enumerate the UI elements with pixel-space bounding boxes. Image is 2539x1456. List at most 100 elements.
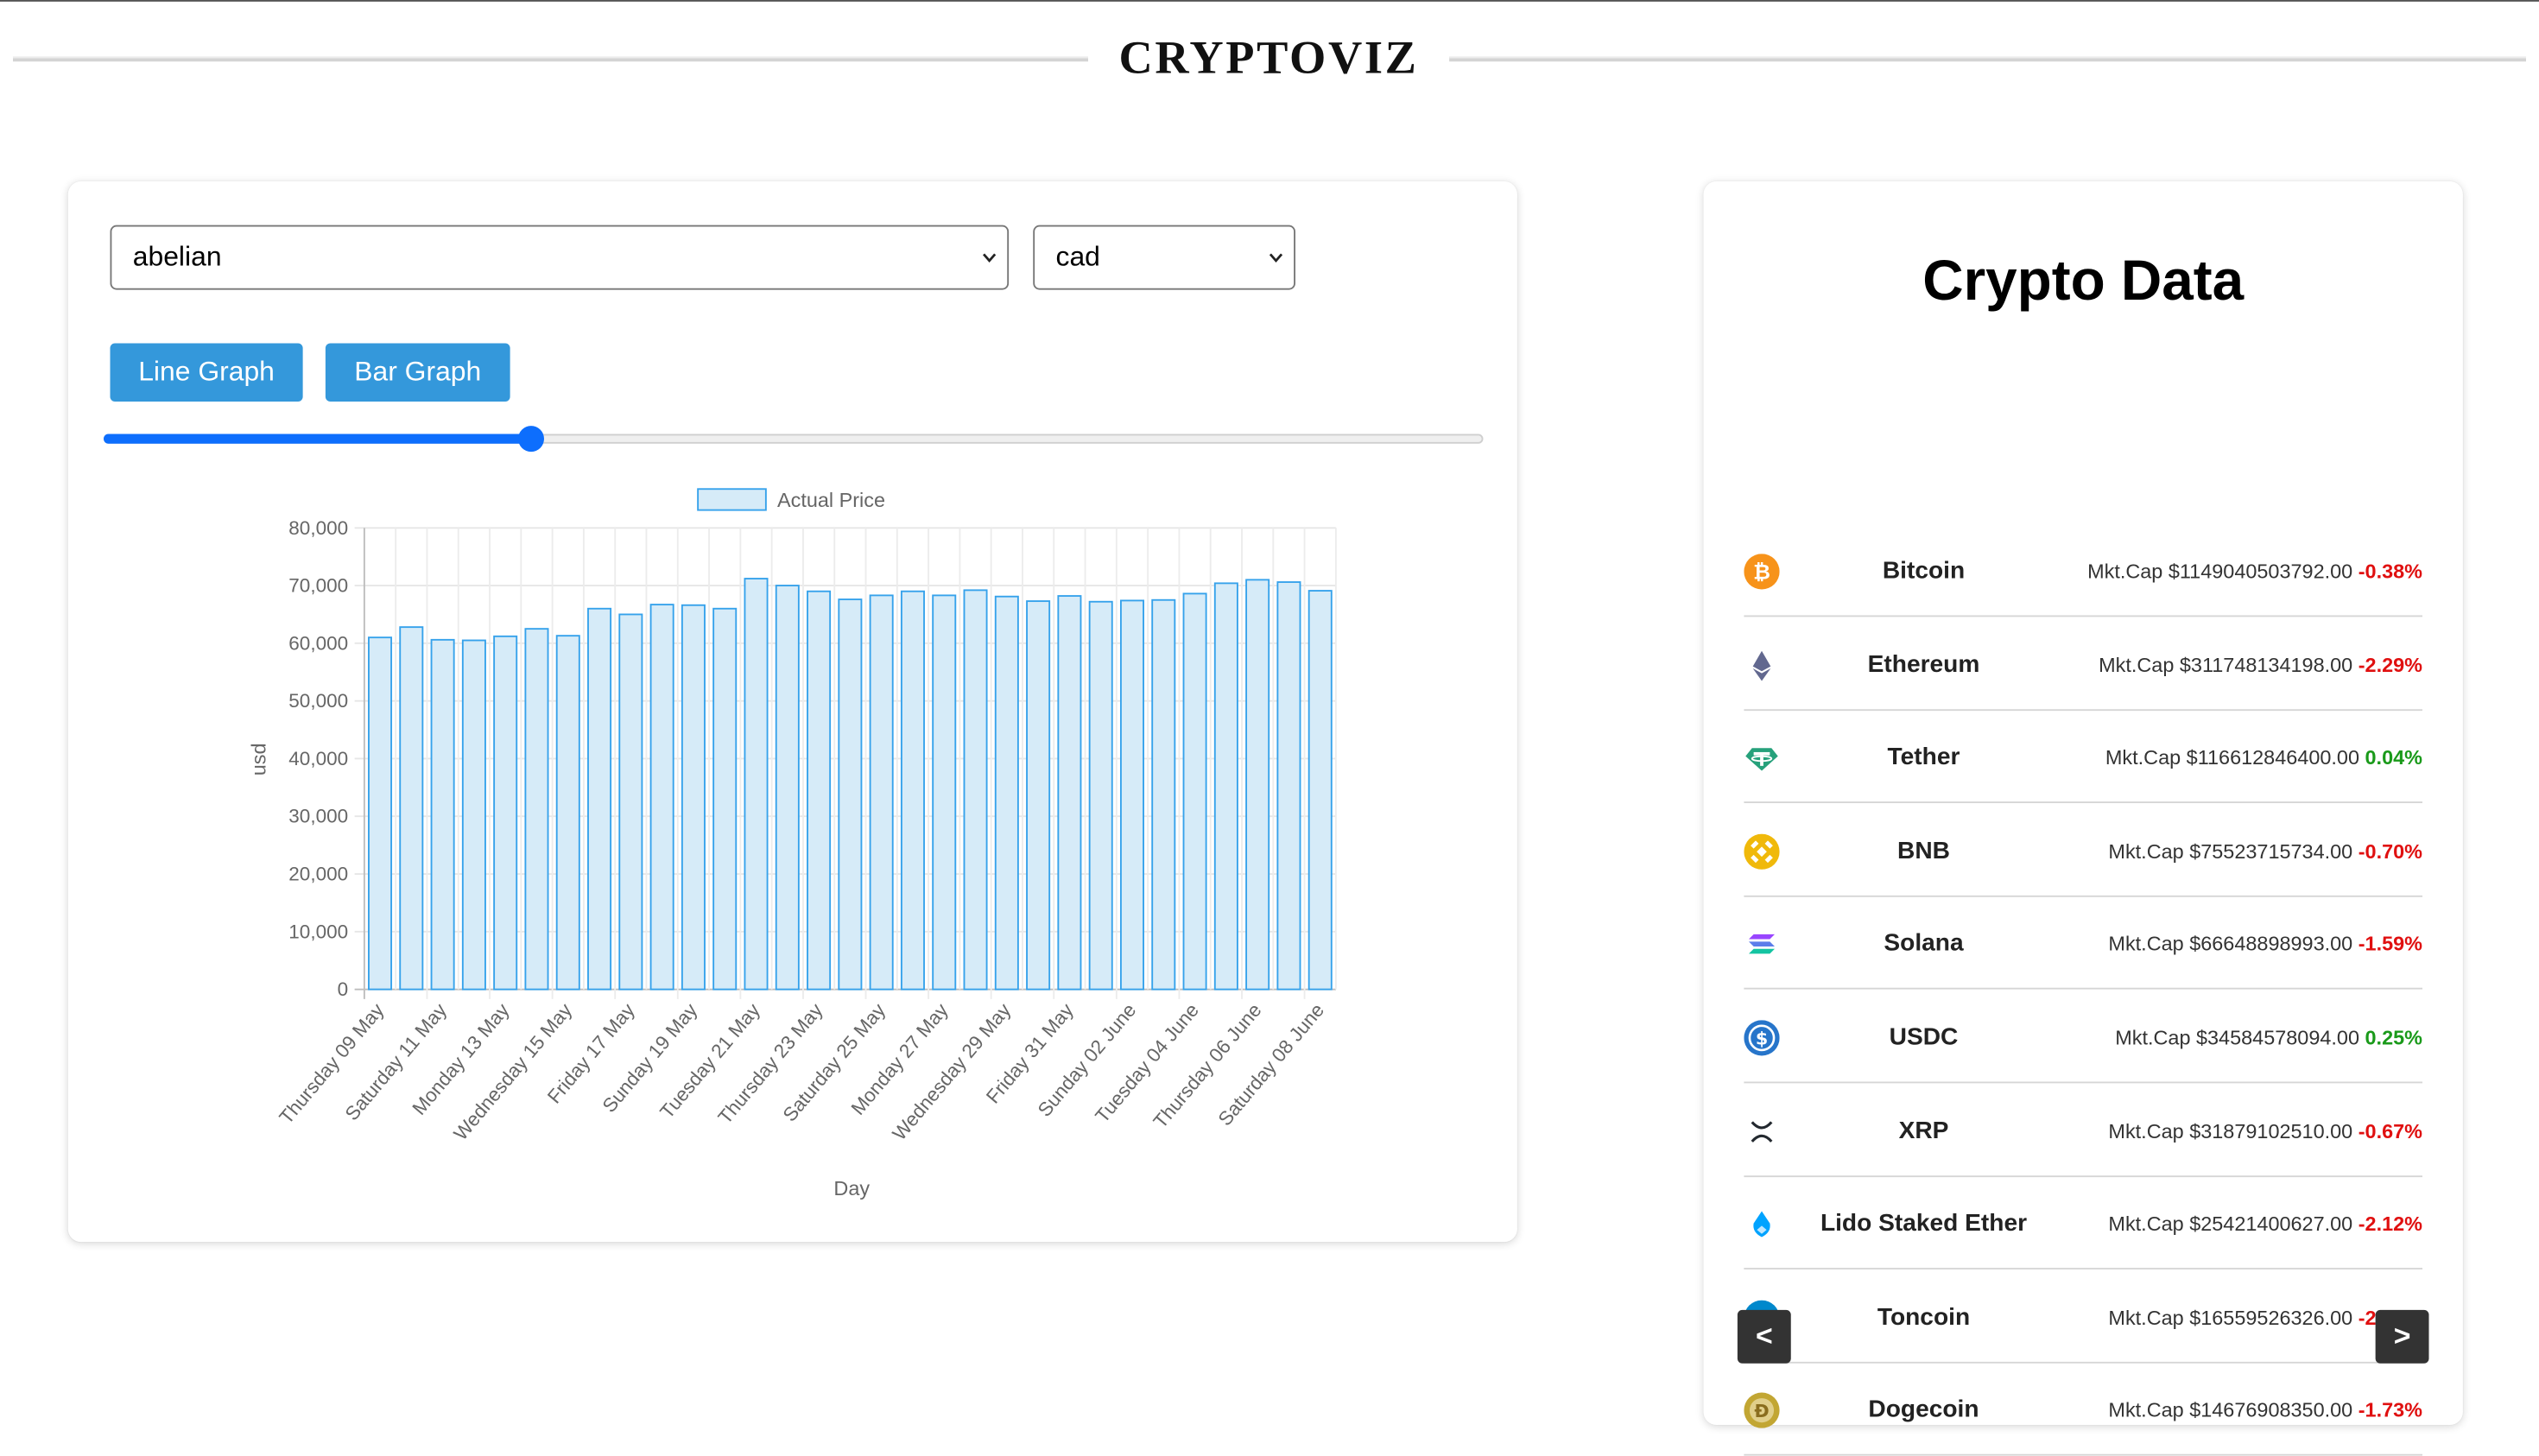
coin-row[interactable]: Ð Dogecoin Mkt.Cap $14676908350.00 -1.73% <box>1744 1363 2422 1456</box>
y-tick-label: 40,000 <box>288 748 348 769</box>
dogecoin-icon: Ð <box>1744 1393 1780 1429</box>
bar <box>587 607 612 991</box>
bar <box>461 639 486 991</box>
legend-swatch <box>697 488 767 511</box>
header-divider-right <box>1449 56 2526 62</box>
price-change: -0.38% <box>2358 560 2422 583</box>
price-change: -1.73% <box>2358 1399 2422 1422</box>
bar <box>1026 600 1051 991</box>
bar <box>399 626 424 991</box>
market-cap: Mkt.Cap $75523715734.00 -0.70% <box>2108 833 2422 869</box>
market-cap-value: Mkt.Cap $25421400627.00 <box>2108 1212 2353 1236</box>
bar <box>430 638 455 991</box>
coin-row[interactable]: $ USDC Mkt.Cap $34584578094.00 0.25% <box>1744 990 2422 1084</box>
x-tick-label: Thursday 06 June <box>1149 999 1266 1132</box>
svg-text:Ð: Ð <box>1754 1402 1769 1422</box>
y-tick-label: 60,000 <box>288 632 348 654</box>
panel-title: Crypto Data <box>1922 249 2245 313</box>
coin-row[interactable]: BNB Mkt.Cap $75523715734.00 -0.70% <box>1744 803 2422 897</box>
chart-card: abelian cad Line Graph Bar Graph 80,000 7… <box>67 181 1517 1243</box>
bar <box>1276 581 1301 991</box>
y-axis-title: usd <box>248 743 270 775</box>
bar <box>1307 590 1333 991</box>
usdc-icon: $ <box>1744 1020 1780 1056</box>
coin-name: Ethereum <box>1867 649 1980 678</box>
bar <box>493 635 518 991</box>
coin-row[interactable]: Lido Staked Ether Mkt.Cap $25421400627.00… <box>1744 1176 2422 1270</box>
y-tick-label: 80,000 <box>288 517 348 539</box>
market-cap-value: Mkt.Cap $66648898993.00 <box>2108 933 2353 956</box>
x-tick-label: Wednesday 29 May <box>889 999 1016 1145</box>
bar <box>932 594 957 991</box>
coin-name: XRP <box>1898 1116 1949 1144</box>
next-page-button[interactable]: > <box>2375 1309 2429 1364</box>
bar <box>1119 599 1144 991</box>
bar <box>1245 579 1270 991</box>
price-change: 0.25% <box>2365 1026 2422 1049</box>
coin-row[interactable]: Solana Mkt.Cap $66648898993.00 -1.59% <box>1744 896 2422 991</box>
market-cap-value: Mkt.Cap $31879102510.00 <box>2108 1119 2353 1143</box>
price-bar-chart: 80,000 70,000 60,000 50,000 40,000 30,000 20,0… <box>248 488 1337 1200</box>
bar <box>900 590 925 991</box>
bar <box>869 594 894 991</box>
coin-name: USDC <box>1889 1023 1959 1051</box>
bar <box>1088 600 1113 991</box>
svg-text:$: $ <box>1756 1028 1768 1048</box>
y-tick-label: 0 <box>338 978 349 1000</box>
price-change: -2.12% <box>2358 1212 2422 1236</box>
bar <box>994 595 1019 991</box>
bar <box>681 604 706 991</box>
bar <box>744 578 769 991</box>
y-tick-label: 20,000 <box>288 864 348 885</box>
x-tick-label: Thursday 09 May <box>275 999 389 1129</box>
solana-icon <box>1749 934 1775 955</box>
market-cap: Mkt.Cap $34584578094.00 0.25% <box>2115 1020 2422 1055</box>
x-tick-label: Saturday 08 June <box>1214 999 1329 1130</box>
bar <box>618 613 643 991</box>
market-cap: Mkt.Cap $66648898993.00 -1.59% <box>2108 927 2422 962</box>
price-change: -2.29% <box>2358 653 2422 676</box>
crypto-data-card: Crypto Data ₿ Bitcoin Mkt.Cap $11490405037… <box>1703 181 2463 1456</box>
bitcoin-icon: ₿ <box>1744 554 1780 590</box>
coin-name: Dogecoin <box>1868 1396 1979 1424</box>
coin-name: Solana <box>1884 929 1964 958</box>
bar <box>1151 598 1176 991</box>
x-tick-label: Wednesday 15 May <box>450 999 577 1145</box>
ethereum-icon <box>1752 649 1771 681</box>
coin-name: BNB <box>1897 836 1950 864</box>
coin-name: Toncoin <box>1877 1302 1971 1331</box>
market-cap-value: Mkt.Cap $16559526326.00 <box>2108 1306 2353 1329</box>
bar <box>775 585 800 991</box>
bar <box>555 635 580 991</box>
market-cap: Mkt.Cap $25421400627.00 -2.12% <box>2108 1206 2422 1242</box>
x-axis-title: Day <box>833 1177 870 1200</box>
bar <box>712 607 738 991</box>
coin-row[interactable]: Tether Mkt.Cap $116612846400.00 0.04% <box>1744 710 2422 804</box>
market-cap-value: Mkt.Cap $34584578094.00 <box>2115 1026 2359 1049</box>
coin-row[interactable]: Ethereum Mkt.Cap $311748134198.00 -2.29% <box>1744 617 2422 711</box>
previous-page-button[interactable]: < <box>1737 1309 1791 1364</box>
xrp-icon <box>1751 1120 1773 1143</box>
bar <box>649 604 674 991</box>
app-title: CRYPTOVIZ <box>1118 32 1419 85</box>
y-tick-label: 50,000 <box>288 690 348 712</box>
bar <box>524 628 549 991</box>
market-cap-value: Mkt.Cap $311748134198.00 <box>2099 653 2353 676</box>
svg-text:₿: ₿ <box>1753 559 1770 584</box>
coin-row[interactable]: ₿ Bitcoin Mkt.Cap $1149040503792.00 -0.38% <box>1744 523 2422 617</box>
coin-row[interactable]: ToncoinMkt.Cap $16559526326.00 -2.25% <box>1744 1269 2422 1364</box>
bnb-icon <box>1744 833 1780 870</box>
bar <box>1182 592 1207 991</box>
coin-name: Bitcoin <box>1882 557 1966 585</box>
tether-icon <box>1745 748 1778 771</box>
site-header: CRYPTOVIZ <box>13 29 2526 88</box>
coin-name: Lido Staked Ether <box>1820 1209 2028 1238</box>
coin-name: Tether <box>1887 743 1960 771</box>
y-tick-label: 70,000 <box>288 575 348 597</box>
bar <box>1057 595 1082 991</box>
bar <box>1213 582 1238 991</box>
coin-row[interactable]: XRP Mkt.Cap $31879102510.00 -0.67% <box>1744 1083 2422 1177</box>
y-tick-label: 10,000 <box>288 921 348 942</box>
page: CRYPTOVIZ abelian cad Line Graph Bar Gra… <box>0 0 2539 1456</box>
market-cap: Mkt.Cap $116612846400.00 0.04% <box>2105 740 2422 775</box>
